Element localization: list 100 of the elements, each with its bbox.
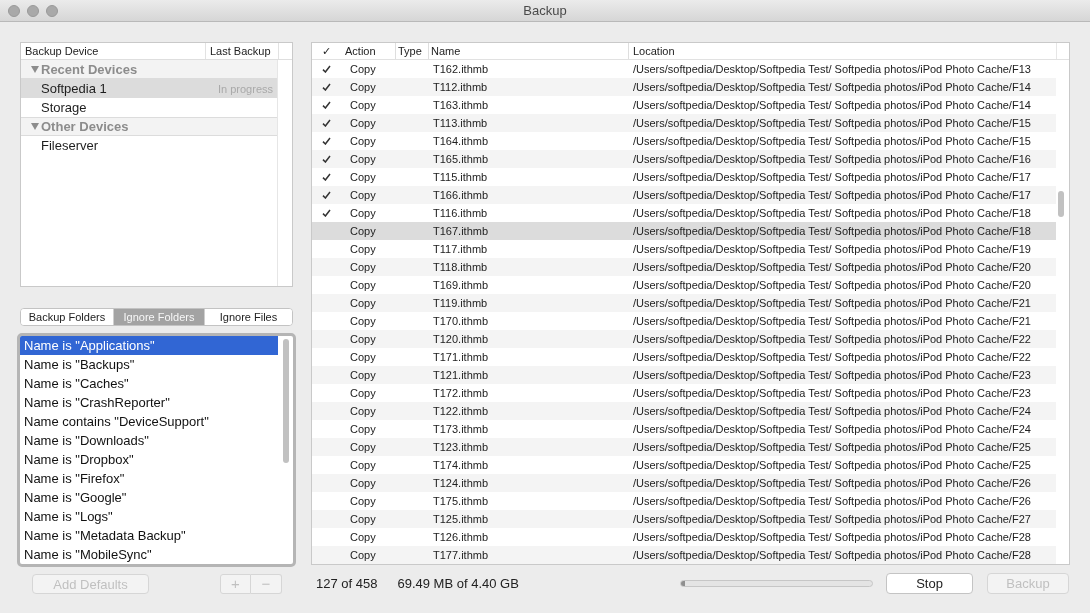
file-path: /Users/softpedia/Desktop/Softpedia Test/ Softpedia photos/iPod Photo Cache/F18 [633, 207, 1031, 219]
action-text: Copy [350, 279, 376, 291]
rule-item[interactable]: Name is "Caches" [20, 374, 278, 393]
column-header[interactable]: Backup Device [21, 43, 205, 59]
file-path: /Users/softpedia/Desktop/Softpedia Test/ Softpedia photos/iPod Photo Cache/F20 [633, 261, 1031, 273]
action-text: Copy [350, 387, 376, 399]
file-name: T125.ithmb [433, 513, 489, 525]
table-row[interactable]: Copy T112.ithmb /Users/softpedia/Desktop/Softpedia Test/ Softpedia photos/iPod Photo Cache/F14 [312, 78, 1056, 96]
table-row[interactable]: Copy T113.ithmb /Users/softpedia/Desktop/Softpedia Test/ Softpedia photos/iPod Photo Cache/F15 [312, 114, 1056, 132]
device-name: Fileserver [41, 138, 100, 153]
disclosure-triangle-icon[interactable] [31, 65, 39, 73]
device-row[interactable]: Storage [21, 98, 277, 117]
action-text: Copy [350, 153, 376, 165]
rule-item[interactable]: Name is "Applications" [20, 336, 278, 355]
file-name: T122.ithmb [433, 405, 489, 417]
file-path: /Users/softpedia/Desktop/Softpedia Test/ Softpedia photos/iPod Photo Cache/F17 [633, 171, 1031, 183]
action-text: Copy [350, 495, 376, 507]
scrollbar-thumb[interactable] [1058, 191, 1064, 217]
file-name: T167.ithmb [433, 225, 489, 237]
file-path: /Users/softpedia/Desktop/Softpedia Test/ Softpedia photos/iPod Photo Cache/F14 [633, 99, 1031, 111]
action-text: Copy [350, 369, 376, 381]
folder-tab[interactable]: Backup Folders [21, 309, 114, 325]
action-text: Copy [350, 459, 376, 471]
file-name: T177.ithmb [433, 549, 489, 561]
action-text: Copy [350, 423, 376, 435]
action-text: Copy [350, 513, 376, 525]
action-text: Copy [350, 243, 376, 255]
table-row[interactable]: Copy T125.ithmb /Users/softpedia/Desktop/Softpedia Test/ Softpedia photos/iPod Photo Cache/F27 [312, 510, 1056, 528]
transfer-size: 69.49 MB of 4.40 GB [397, 576, 519, 591]
rule-item[interactable]: Name is "Firefox" [20, 469, 278, 488]
file-name: T119.ithmb [433, 297, 488, 309]
file-path: /Users/softpedia/Desktop/Softpedia Test/ Softpedia photos/iPod Photo Cache/F21 [633, 297, 1031, 309]
column-header[interactable]: Last Backup [205, 43, 278, 59]
table-row[interactable]: Copy T119.ithmb /Users/softpedia/Desktop/Softpedia Test/ Softpedia photos/iPod Photo Cache/F21 [312, 294, 1056, 312]
rule-item[interactable]: Name is "Metadata Backup" [20, 526, 278, 545]
column-header[interactable]: ✓ [312, 43, 341, 59]
file-name: T174.ithmb [433, 459, 489, 471]
file-path: /Users/softpedia/Desktop/Softpedia Test/ Softpedia photos/iPod Photo Cache/F24 [633, 405, 1031, 417]
table-row[interactable]: Copy T166.ithmb /Users/softpedia/Desktop/Softpedia Test/ Softpedia photos/iPod Photo Cache/F17 [312, 186, 1056, 204]
file-path: /Users/softpedia/Desktop/Softpedia Test/ Softpedia photos/iPod Photo Cache/F21 [633, 315, 1031, 327]
file-path: /Users/softpedia/Desktop/Softpedia Test/ Softpedia photos/iPod Photo Cache/F16 [633, 153, 1031, 165]
action-text: Copy [350, 351, 376, 363]
file-name: T112.ithmb [433, 81, 488, 93]
file-name: T165.ithmb [433, 153, 489, 165]
file-path: /Users/softpedia/Desktop/Softpedia Test/ Softpedia photos/iPod Photo Cache/F19 [633, 243, 1031, 255]
table-row[interactable]: Copy T124.ithmb /Users/softpedia/Desktop/Softpedia Test/ Softpedia photos/iPod Photo Cache/F26 [312, 474, 1056, 492]
scrollbar-thumb[interactable] [283, 339, 289, 463]
action-text: Copy [350, 477, 376, 489]
device-name: Storage [41, 100, 88, 115]
action-text: Copy [350, 531, 376, 543]
minimize-button[interactable] [27, 4, 39, 17]
file-name: T120.ithmb [433, 333, 489, 345]
rule-item[interactable]: Name is "Backups" [20, 355, 278, 374]
file-path: /Users/softpedia/Desktop/Softpedia Test/ Softpedia photos/iPod Photo Cache/F18 [633, 225, 1031, 237]
table-row[interactable]: Copy T165.ithmb /Users/softpedia/Desktop/Softpedia Test/ Softpedia photos/iPod Photo Cache/F16 [312, 150, 1056, 168]
rule-item[interactable]: Name is "Downloads" [20, 431, 278, 450]
file-path: /Users/softpedia/Desktop/Softpedia Test/ Softpedia photos/iPod Photo Cache/F28 [633, 531, 1031, 543]
rule-item[interactable]: Name is "Logs" [20, 507, 278, 526]
file-path: /Users/softpedia/Desktop/Softpedia Test/ Softpedia photos/iPod Photo Cache/F22 [633, 333, 1031, 345]
file-name: T171.ithmb [433, 351, 489, 363]
table-row[interactable]: Copy T123.ithmb /Users/softpedia/Desktop/Softpedia Test/ Softpedia photos/iPod Photo Cache/F25 [312, 438, 1056, 456]
file-name: T116.ithmb [433, 207, 488, 219]
file-path: /Users/softpedia/Desktop/Softpedia Test/ Softpedia photos/iPod Photo Cache/F23 [633, 369, 1031, 381]
file-name: T124.ithmb [433, 477, 489, 489]
table-row[interactable]: Copy T120.ithmb /Users/softpedia/Desktop/Softpedia Test/ Softpedia photos/iPod Photo Cache/F22 [312, 330, 1056, 348]
column-header[interactable]: Location [628, 43, 1056, 59]
table-row[interactable]: Copy T167.ithmb /Users/softpedia/Desktop/Softpedia Test/ Softpedia photos/iPod Photo Cache/F18 [312, 222, 1056, 240]
table-row[interactable]: Copy T177.ithmb /Users/softpedia/Desktop/Softpedia Test/ Softpedia photos/iPod Photo Cache/F28 [312, 546, 1056, 564]
rule-item[interactable]: Name is "MobileSync" [20, 545, 278, 564]
action-text: Copy [350, 225, 376, 237]
file-name: T169.ithmb [433, 279, 489, 291]
file-name: T113.ithmb [433, 117, 488, 129]
file-name: T162.ithmb [433, 63, 489, 75]
file-path: /Users/softpedia/Desktop/Softpedia Test/ Softpedia photos/iPod Photo Cache/F17 [633, 189, 1031, 201]
rule-item[interactable]: Name contains "DeviceSupport" [20, 412, 278, 431]
action-text: Copy [350, 441, 376, 453]
disclosure-triangle-icon[interactable] [31, 123, 39, 130]
table-row[interactable]: Copy T121.ithmb /Users/softpedia/Desktop/Softpedia Test/ Softpedia photos/iPod Photo Cache/F23 [312, 366, 1056, 384]
rule-item[interactable]: Name is "Google" [20, 488, 278, 507]
zoom-button[interactable] [46, 4, 58, 17]
action-text: Copy [350, 405, 376, 417]
rule-item[interactable]: Name is "CrashReporter" [20, 393, 278, 412]
file-count: 127 of 458 [316, 576, 378, 591]
close-button[interactable] [8, 4, 20, 17]
file-name: T115.ithmb [433, 171, 488, 183]
table-row[interactable]: Copy T118.ithmb /Users/softpedia/Desktop/Softpedia Test/ Softpedia photos/iPod Photo Cache/F20 [312, 258, 1056, 276]
file-name: T123.ithmb [433, 441, 489, 453]
action-text: Copy [350, 99, 376, 111]
column-header[interactable]: Type [395, 43, 428, 59]
stop-button[interactable]: Stop [886, 573, 973, 594]
file-name: T173.ithmb [433, 423, 489, 435]
rule-item[interactable]: Name is "Dropbox" [20, 450, 278, 469]
device-row[interactable]: Fileserver [21, 136, 277, 155]
column-header[interactable]: Name [428, 43, 628, 59]
file-name: T121.ithmb [433, 369, 489, 381]
action-text: Copy [350, 549, 376, 561]
action-text: Copy [350, 189, 376, 201]
file-path: /Users/softpedia/Desktop/Softpedia Test/ Softpedia photos/iPod Photo Cache/F22 [633, 351, 1031, 363]
column-header[interactable]: Action [341, 43, 395, 59]
table-row[interactable]: Copy T122.ithmb /Users/softpedia/Desktop/Softpedia Test/ Softpedia photos/iPod Photo Cache/F24 [312, 402, 1056, 420]
